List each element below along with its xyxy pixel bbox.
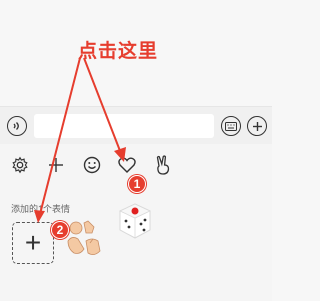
victory-hand-icon[interactable] [152, 154, 174, 176]
voice-icon[interactable] [7, 116, 27, 136]
heart-icon[interactable] [116, 154, 138, 176]
more-plus-icon[interactable] [247, 116, 267, 136]
smile-icon[interactable] [81, 154, 103, 176]
annotation-click-here: 点击这里 [78, 41, 159, 62]
step-2-marker: 2 [51, 221, 69, 239]
message-input[interactable] [34, 114, 214, 138]
section-title-added-stickers: 添加的1个表情 [11, 204, 71, 214]
step-1-marker: 1 [128, 175, 146, 193]
sticker-rock-paper-scissors[interactable] [64, 219, 104, 261]
input-bar [0, 106, 272, 145]
keyboard-icon[interactable] [221, 116, 241, 136]
sticker-dice[interactable] [117, 202, 153, 240]
settings-icon[interactable] [9, 154, 31, 176]
add-icon[interactable] [45, 154, 67, 176]
add-sticker-button[interactable]: + [12, 222, 54, 264]
